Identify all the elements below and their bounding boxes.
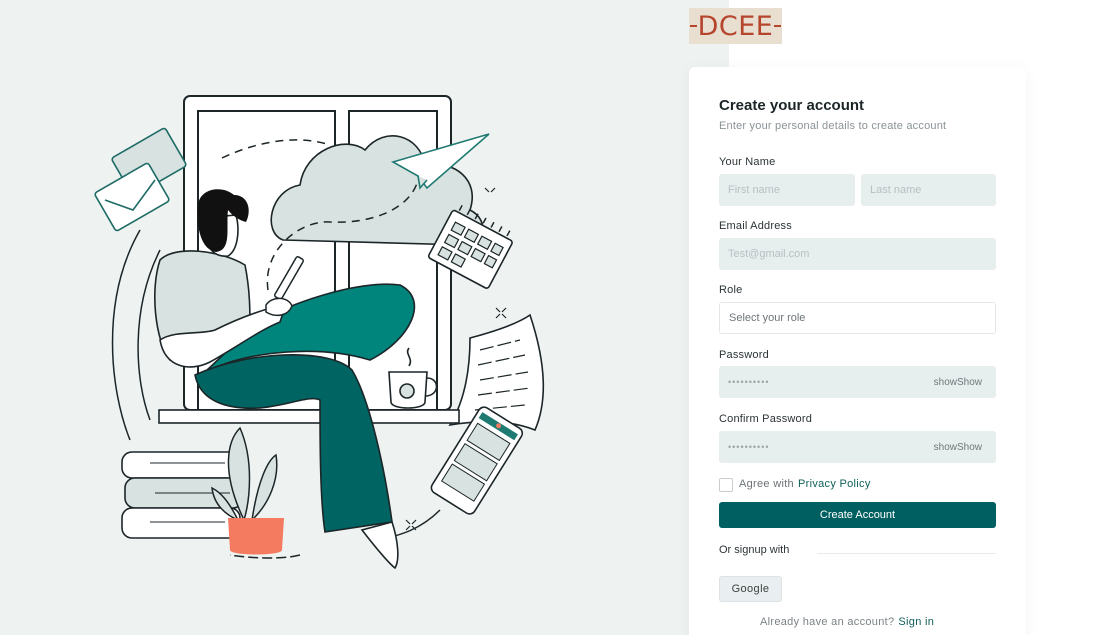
divider [817, 553, 996, 554]
document-icon [448, 313, 544, 432]
confirm-password-label: Confirm Password [719, 413, 813, 425]
window-sill [158, 409, 460, 424]
password-label: Password [719, 349, 769, 361]
confirm-password-value: •••••••••• [728, 442, 770, 452]
agree-text: Agree with Privacy Policy [739, 478, 871, 490]
signin-prompt: Already have an account? Sign in [760, 616, 934, 628]
email-label: Email Address [719, 220, 792, 232]
role-select[interactable]: Select your role [719, 302, 996, 334]
illustration-panel [0, 0, 729, 635]
envelope-icon [94, 127, 187, 232]
logo-dash-left [690, 25, 697, 27]
confirm-password-input[interactable]: •••••••••• showShow [719, 431, 996, 463]
privacy-policy-link[interactable]: Privacy Policy [798, 478, 871, 490]
password-input[interactable]: •••••••••• showShow [719, 366, 996, 398]
logo-text: DCEE [697, 10, 774, 42]
first-name-input[interactable]: First name [719, 174, 855, 206]
password-show-toggle[interactable]: showShow [934, 377, 982, 388]
form-title: Create your account [719, 97, 865, 114]
password-value: •••••••••• [728, 377, 770, 387]
sign-in-link[interactable]: Sign in [898, 616, 934, 628]
agree-label: Agree with [739, 478, 794, 490]
email-input[interactable]: Test@gmail.com [719, 238, 996, 270]
brand-logo: DCEE [689, 8, 782, 44]
form-subtitle: Enter your personal details to create ac… [719, 120, 947, 132]
logo-dash-right [774, 25, 781, 27]
google-signup-button[interactable]: Google [719, 576, 782, 602]
already-account-text: Already have an account? [760, 616, 895, 628]
create-account-button[interactable]: Create Account [719, 502, 996, 528]
signup-illustration [94, 95, 544, 570]
signup-card: Create your account Enter your personal … [689, 67, 1026, 635]
last-name-input[interactable]: Last name [861, 174, 996, 206]
books-icon [121, 451, 244, 539]
name-label: Your Name [719, 156, 776, 168]
or-signup-label: Or signup with [719, 544, 790, 556]
confirm-password-show-toggle[interactable]: showShow [934, 442, 982, 453]
role-label: Role [719, 284, 743, 296]
agree-checkbox[interactable] [719, 478, 733, 492]
